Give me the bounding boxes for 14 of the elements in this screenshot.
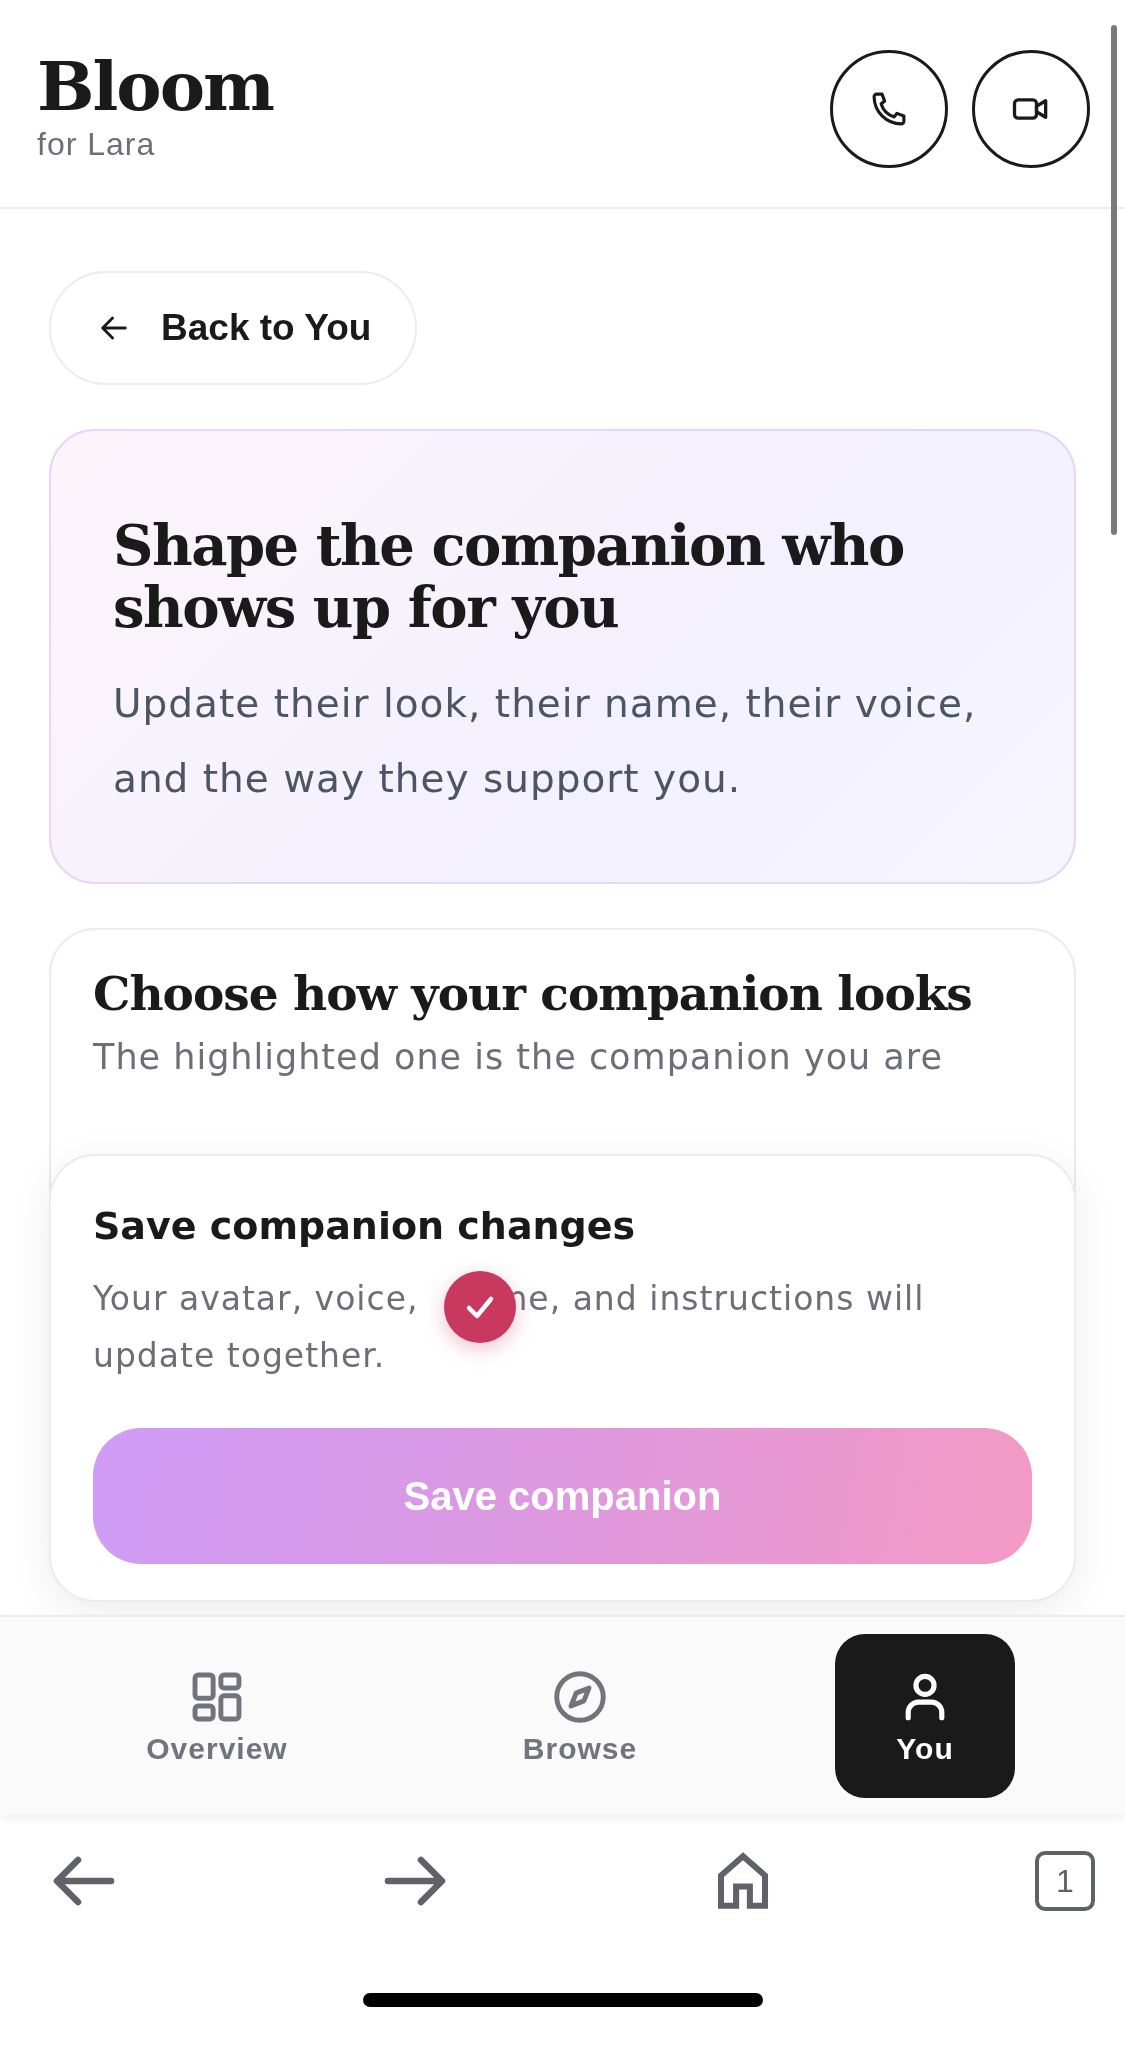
panel-description: update together. xyxy=(93,1336,386,1375)
nav-tab[interactable]: Browse xyxy=(490,1634,670,1798)
panel-description: Your avatar, voice, xyxy=(93,1278,419,1320)
page-description: Update their look, their name, their voice, and the way they support you. xyxy=(113,680,978,804)
app-title: Bloom xyxy=(37,52,273,120)
app-subtitle: for Lara xyxy=(37,126,157,163)
nav-tab[interactable]: Overview xyxy=(127,1634,307,1798)
panel-heading: Save companion changes xyxy=(93,1204,637,1248)
section-heading: Choose how your companion looks xyxy=(93,966,973,1023)
back-button[interactable]: Back to You xyxy=(49,271,418,385)
nav-tab[interactable]: You xyxy=(835,1634,1015,1798)
tabs-button[interactable]: 1 xyxy=(1035,1851,1095,1911)
page-heading: Shape the companion who shows up for you xyxy=(113,515,905,639)
section-description: The highlighted one is the companion you are xyxy=(93,1036,944,1077)
